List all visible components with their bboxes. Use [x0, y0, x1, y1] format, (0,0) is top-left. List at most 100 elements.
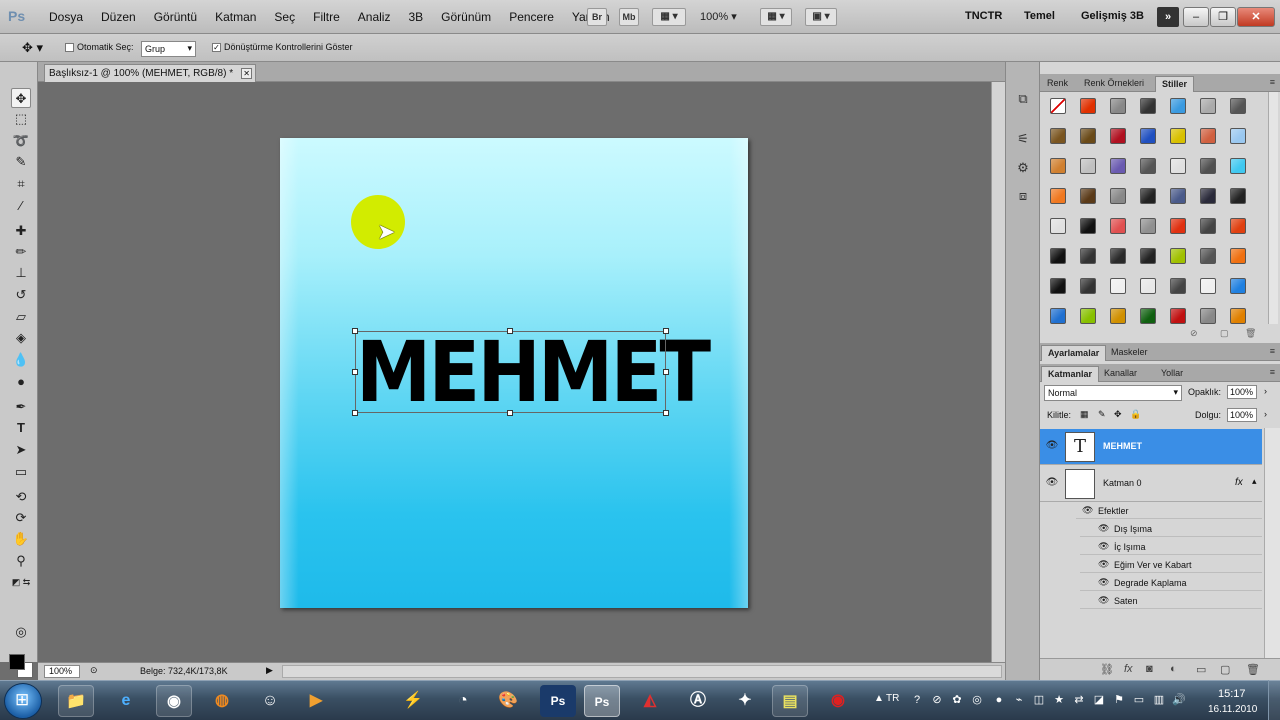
transform-bounding-box[interactable]: [352, 328, 669, 416]
tool-presets-icon[interactable]: ⚙: [1015, 160, 1031, 176]
tab-channels[interactable]: Kanallar: [1098, 366, 1143, 382]
styles-scrollbar[interactable]: [1268, 92, 1278, 324]
show-hidden-icons-icon[interactable]: ▲: [874, 693, 884, 704]
clear-style-icon[interactable]: ⊘: [1190, 328, 1198, 339]
close-button[interactable]: ✕: [1237, 7, 1275, 27]
vertical-scrollbar[interactable]: [991, 82, 1005, 662]
new-group-icon[interactable]: ▭: [1196, 663, 1206, 676]
tab-swatches[interactable]: Renk Örnekleri: [1078, 76, 1150, 92]
style-swatch[interactable]: [1080, 98, 1096, 114]
history-brush-tool-icon[interactable]: ↺: [11, 285, 31, 305]
style-swatch[interactable]: [1230, 188, 1246, 204]
status-menu-arrow-icon[interactable]: ▶: [266, 665, 273, 676]
style-swatch[interactable]: [1140, 278, 1156, 294]
effect-inner-glow[interactable]: 👁 İç Işıma: [1080, 538, 1262, 555]
transform-handle[interactable]: [663, 369, 669, 375]
paint-icon[interactable]: 🎨: [490, 685, 526, 717]
crop-tool-icon[interactable]: ⌗: [11, 174, 31, 194]
style-swatch[interactable]: [1110, 278, 1126, 294]
acrobat-icon[interactable]: ◭: [632, 685, 668, 717]
style-swatch[interactable]: [1200, 158, 1216, 174]
style-swatch[interactable]: [1050, 248, 1066, 264]
brush-tool-icon[interactable]: ✏: [11, 242, 31, 262]
tray-icon-6[interactable]: ◫: [1032, 693, 1046, 707]
style-swatch[interactable]: [1110, 158, 1126, 174]
style-swatch[interactable]: [1170, 308, 1186, 324]
new-style-icon[interactable]: ▢: [1220, 328, 1229, 339]
style-swatch[interactable]: [1080, 128, 1096, 144]
marquee-tool-icon[interactable]: ⬚: [11, 109, 31, 129]
lock-all-icon[interactable]: 🔒: [1130, 409, 1141, 420]
tab-paths[interactable]: Yollar: [1155, 366, 1189, 382]
tab-color[interactable]: Renk: [1041, 76, 1074, 92]
tray-icon-11[interactable]: ▭: [1132, 693, 1146, 707]
menu-analysis[interactable]: Analiz: [349, 10, 400, 24]
hand-tool-icon[interactable]: ✋: [11, 529, 31, 549]
google-chrome-icon[interactable]: ◉: [156, 685, 192, 717]
style-swatch[interactable]: [1230, 248, 1246, 264]
horizontal-scrollbar[interactable]: [282, 665, 1002, 678]
mini-bridge-button[interactable]: Mb: [619, 8, 639, 26]
style-swatch[interactable]: [1230, 278, 1246, 294]
eye-icon[interactable]: 👁: [1045, 477, 1059, 491]
eye-icon[interactable]: 👁: [1098, 523, 1109, 534]
quick-selection-tool-icon[interactable]: ✎: [11, 152, 31, 172]
auto-select-checkbox[interactable]: Otomatik Seç:: [65, 42, 134, 53]
style-swatch[interactable]: [1050, 128, 1066, 144]
style-swatch[interactable]: [1230, 218, 1246, 234]
style-swatch[interactable]: [1050, 308, 1066, 324]
style-swatch[interactable]: [1110, 128, 1126, 144]
photoshop-pinned-icon[interactable]: Ps: [540, 685, 576, 717]
screen-mode-dropdown[interactable]: ▣ ▾: [805, 8, 837, 26]
arrange-documents-dropdown[interactable]: ▦ ▾: [760, 8, 792, 26]
default-colors-icon[interactable]: ◩ ⇆: [11, 572, 31, 592]
quick-mask-icon[interactable]: ◎: [11, 622, 31, 642]
style-swatch[interactable]: [1080, 308, 1096, 324]
style-swatch[interactable]: [1170, 188, 1186, 204]
style-swatch[interactable]: [1110, 218, 1126, 234]
style-swatch[interactable]: [1200, 188, 1216, 204]
extras-dropdown[interactable]: ▦ ▾: [652, 8, 686, 26]
internet-explorer-icon[interactable]: e: [108, 685, 144, 717]
network-icon[interactable]: ▥: [1152, 693, 1166, 707]
style-swatch[interactable]: [1140, 218, 1156, 234]
lasso-tool-icon[interactable]: ➰: [11, 131, 31, 151]
tab-styles[interactable]: Stiller: [1155, 76, 1195, 92]
layer-row-katman-0[interactable]: 👁 Katman 0 fx ▴: [1040, 466, 1262, 502]
menu-3d[interactable]: 3B: [399, 10, 432, 24]
ccleaner-icon[interactable]: ◔: [445, 685, 481, 717]
counter-strike-icon[interactable]: ✦: [727, 685, 763, 717]
panel-menu-icon[interactable]: ≡: [1270, 77, 1275, 87]
style-swatch[interactable]: [1230, 98, 1246, 114]
style-swatch[interactable]: [1080, 278, 1096, 294]
style-swatch[interactable]: [1110, 248, 1126, 264]
style-swatch[interactable]: [1140, 158, 1156, 174]
status-options-icon[interactable]: ⊙: [90, 665, 98, 676]
auto-select-target-select[interactable]: Grup ▾: [141, 41, 196, 57]
style-swatch[interactable]: [1110, 98, 1126, 114]
opacity-arrow-icon[interactable]: ›: [1264, 386, 1267, 396]
lock-transparent-icon[interactable]: ▦: [1080, 409, 1089, 420]
eye-icon[interactable]: 👁: [1082, 505, 1093, 516]
dreamweaver-icon[interactable]: ⚡: [395, 685, 431, 717]
style-swatch[interactable]: [1230, 128, 1246, 144]
media-player-icon[interactable]: ▶: [298, 685, 334, 717]
eyedropper-tool-icon[interactable]: ⁄: [11, 196, 31, 216]
fx-icon[interactable]: fx: [1235, 477, 1243, 488]
style-swatch[interactable]: [1140, 128, 1156, 144]
3d-orbit-tool-icon[interactable]: ⟳: [11, 508, 31, 528]
transform-handle[interactable]: [663, 328, 669, 334]
fill-arrow-icon[interactable]: ›: [1264, 409, 1267, 419]
transform-handle[interactable]: [352, 410, 358, 416]
paint-bucket-tool-icon[interactable]: ◈: [11, 328, 31, 348]
style-swatch[interactable]: [1110, 308, 1126, 324]
start-button[interactable]: [4, 683, 42, 719]
tray-icon-7[interactable]: ★: [1052, 693, 1066, 707]
style-swatch[interactable]: [1170, 158, 1186, 174]
eye-icon[interactable]: 👁: [1045, 440, 1059, 454]
style-swatch[interactable]: [1050, 158, 1066, 174]
style-swatch[interactable]: [1140, 248, 1156, 264]
menu-select[interactable]: Seç: [265, 10, 304, 24]
workspace-tnctr[interactable]: TNCTR: [965, 10, 1002, 22]
tab-masks[interactable]: Maskeler: [1105, 345, 1154, 361]
